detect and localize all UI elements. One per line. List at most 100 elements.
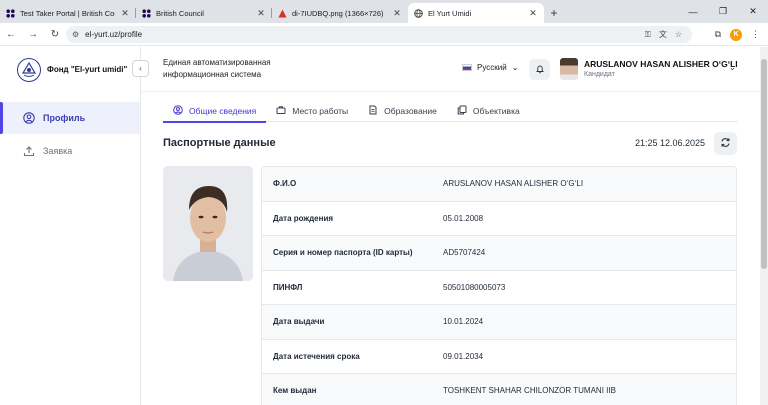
row-label: Дата рождения: [273, 213, 334, 223]
omnibox-actions: ⚿ 文 ☆: [645, 26, 682, 43]
page-scrollbar[interactable]: [760, 47, 768, 405]
bell-icon: [535, 64, 545, 76]
british-council-icon: [142, 8, 151, 18]
collapse-sidebar-button[interactable]: ‹: [132, 60, 149, 77]
user-role: Кандидат: [584, 71, 615, 78]
window-controls: — ❐ ✕: [678, 0, 768, 23]
section-title: Паспортные данные: [163, 137, 276, 149]
user-circle-icon: [173, 105, 183, 117]
menu-kebab-icon[interactable]: ⋮: [751, 29, 760, 40]
address-bar: ← → ↻ ⚙ el-yurt.uz/profile ⚿ 文 ☆ ⧉ K ⋮: [0, 23, 768, 46]
tab-label: Общие сведения: [189, 106, 257, 116]
profile-avatar[interactable]: K: [730, 28, 742, 41]
tab-label: Место работы: [292, 106, 349, 116]
logo[interactable]: Фонд "El-yurt umidi": [0, 47, 140, 92]
extensions-icon[interactable]: ⧉: [715, 29, 721, 40]
table-row: ПИНФЛ 50501080005073: [262, 270, 736, 305]
browser-tab-label: El Yurt Umidi: [428, 8, 472, 18]
table-row: Кем выдан TOSHKENT SHAHAR CHILONZOR TUMA…: [262, 374, 736, 405]
passport-photo: [163, 166, 253, 281]
maximize-icon[interactable]: ❐: [708, 0, 738, 23]
row-label: Серия и номер паспорта (ID карты): [273, 248, 413, 258]
refresh-icon: [720, 137, 731, 151]
table-row: Дата истечения срока 09.01.2034: [262, 339, 736, 374]
user-avatar[interactable]: [560, 58, 578, 80]
minimize-icon[interactable]: —: [678, 0, 708, 23]
row-value: 10.01.2024: [443, 317, 484, 327]
tab-label: Образование: [384, 106, 437, 116]
refresh-button[interactable]: [714, 132, 737, 155]
chevron-down-icon[interactable]: ⌄: [729, 63, 736, 72]
tab-workplace[interactable]: Место работы: [266, 100, 358, 122]
browser-tab-label: di-7IUDBQ.png (1366×726): [292, 8, 384, 18]
site-info-icon[interactable]: ⚙: [72, 30, 79, 39]
browser-tab-4[interactable]: El Yurt Umidi ✕: [408, 3, 544, 23]
translate-icon[interactable]: 文: [659, 29, 667, 40]
close-tab-icon[interactable]: ✕: [528, 8, 538, 19]
browser-tab-2[interactable]: British Council ✕: [136, 3, 272, 23]
tab-general-info[interactable]: Общие сведения: [163, 100, 267, 123]
close-tab-icon[interactable]: ✕: [392, 8, 402, 19]
sidebar-item-application[interactable]: Заявка: [0, 135, 140, 167]
document-icon: [368, 105, 378, 117]
row-value: 05.01.2008: [443, 213, 484, 223]
browser-tab-strip: Test Taker Portal | British Council ✕ Br…: [0, 0, 768, 23]
chevron-down-icon: ⌄: [511, 63, 519, 72]
url-input[interactable]: ⚙ el-yurt.uz/profile ⚿ 文 ☆: [66, 26, 692, 43]
browser-tab-1[interactable]: Test Taker Portal | British Council ✕: [0, 3, 136, 23]
sidebar-item-label: Профиль: [43, 113, 86, 123]
last-updated-timestamp: 21:25 12.06.2025: [635, 138, 706, 148]
row-value: ARUSLANOV HASAN ALISHER O‘G‘LI: [443, 179, 584, 189]
tab-resume[interactable]: Объективка: [447, 100, 530, 122]
russia-flag-icon: [462, 64, 472, 71]
row-value: 50501080005073: [443, 282, 506, 292]
reload-icon[interactable]: ↻: [44, 29, 66, 40]
profile-tabs: Общие сведения Место работы Образование …: [163, 100, 738, 123]
top-header: Единая автоматизированная информационная…: [141, 47, 768, 92]
language-selector[interactable]: Русский ⌄: [462, 63, 518, 72]
british-council-icon: [6, 8, 15, 18]
sidebar-item-label: Заявка: [43, 146, 73, 156]
close-tab-icon[interactable]: ✕: [120, 8, 130, 19]
row-label: Кем выдан: [273, 386, 317, 396]
row-value: 09.01.2034: [443, 351, 484, 361]
browser-tab-label: British Council: [156, 8, 204, 18]
logo-text: Фонд "El-yurt umidi": [47, 65, 128, 74]
back-icon[interactable]: ←: [0, 29, 22, 40]
row-value: AD5707424: [443, 248, 486, 258]
image-file-icon: [278, 9, 287, 18]
copy-icon: [457, 105, 467, 117]
passport-data-table: Ф.И.О ARUSLANOV HASAN ALISHER O‘G‘LI Дат…: [261, 166, 737, 405]
password-key-icon[interactable]: ⚿: [645, 30, 651, 40]
scrollbar-thumb[interactable]: [761, 59, 767, 269]
globe-icon: [414, 8, 423, 18]
new-tab-button[interactable]: +: [544, 3, 564, 23]
sidebar: Фонд "El-yurt umidi" Профиль Заявка: [0, 47, 141, 405]
url-text: el-yurt.uz/profile: [85, 30, 143, 39]
toolbar-icons: ⧉ K ⋮: [715, 26, 768, 43]
user-name[interactable]: ARUSLANOV HASAN ALISHER O‘G‘LI: [584, 59, 738, 69]
row-label: Дата истечения срока: [273, 351, 360, 361]
table-row: Дата рождения 05.01.2008: [262, 201, 736, 236]
notifications-button[interactable]: [529, 59, 550, 80]
row-label: Дата выдачи: [273, 317, 325, 327]
close-window-icon[interactable]: ✕: [738, 0, 768, 23]
table-row: Ф.И.О ARUSLANOV HASAN ALISHER O‘G‘LI: [262, 167, 736, 202]
briefcase-icon: [276, 105, 286, 117]
tab-label: Объективка: [472, 106, 520, 116]
close-tab-icon[interactable]: ✕: [256, 8, 266, 19]
table-row: Дата выдачи 10.01.2024: [262, 305, 736, 340]
row-label: Ф.И.О: [273, 179, 297, 189]
sidebar-item-profile[interactable]: Профиль: [0, 102, 140, 134]
bookmark-star-icon[interactable]: ☆: [675, 30, 682, 39]
language-label: Русский: [477, 63, 507, 72]
app-root: Фонд "El-yurt umidi" Профиль Заявка ‹ Ед…: [0, 47, 768, 405]
system-title: Единая автоматизированная информационная…: [163, 58, 271, 79]
forward-icon[interactable]: →: [22, 29, 44, 40]
upload-icon: [23, 145, 35, 157]
browser-tab-label: Test Taker Portal | British Council: [20, 8, 115, 18]
browser-tab-3[interactable]: di-7IUDBQ.png (1366×726) ✕: [272, 3, 408, 23]
logo-emblem-icon: [17, 57, 41, 82]
tab-education[interactable]: Образование: [358, 100, 447, 122]
row-value: TOSHKENT SHAHAR CHILONZOR TUMANI IIB: [443, 386, 616, 396]
